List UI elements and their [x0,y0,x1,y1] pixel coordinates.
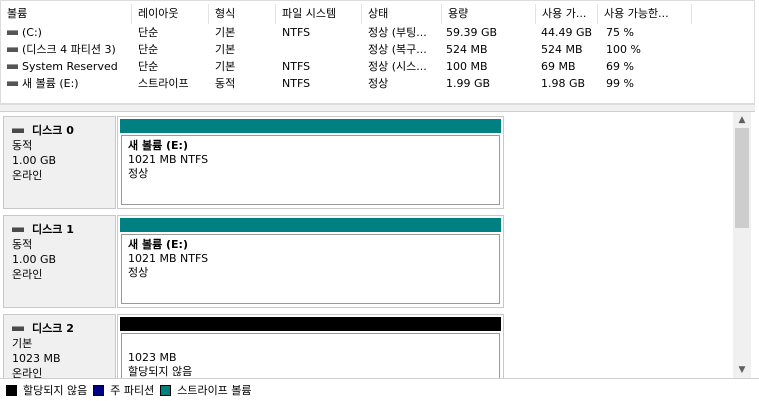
disk-state: 온라인 [12,367,43,378]
volume-type: 기본 [215,26,236,39]
volume-row[interactable]: (C:) 단순 기본 NTFS 정상 (부팅... 59.39 GB 44.49… [1,24,754,41]
disk-icon [12,326,24,331]
disk-state: 온라인 [12,169,43,182]
volume-capacity: 524 MB [446,43,488,56]
volume-status: 정상 (부팅... [368,26,427,39]
column-header-status[interactable]: 상태 [362,4,442,24]
volume-type: 기본 [215,43,236,56]
partition-status: 할당되지 않음 [128,365,193,378]
volume-layout: 단순 [138,60,159,73]
disk-name: 디스크 1 [32,223,74,236]
disk-name: 디스크 0 [32,124,74,137]
volume-type: 동적 [215,77,236,90]
column-header-layout[interactable]: 레이아웃 [132,4,209,24]
volume-capacity: 100 MB [446,60,488,73]
volume-status: 정상 (복구... [368,43,427,56]
legend-label: 할당되지 않음 [23,384,88,397]
volume-icon [7,46,18,52]
legend-label: 스트라이프 볼륨 [177,384,252,397]
partition-block[interactable]: 1023 MB 할당되지 않음 [117,314,504,378]
legend-item-striped-volume: 스트라이프 볼륨 [160,382,252,398]
volume-capacity: 1.99 GB [446,77,491,90]
legend-label: 주 파티션 [110,384,155,397]
volume-free-percent: 75 % [606,26,634,39]
disk-info-panel[interactable]: 디스크 1 동적 1.00 GB 온라인 [3,215,116,308]
scroll-thumb[interactable] [735,128,749,228]
volume-name: (C:) [22,26,42,39]
volume-layout: 단순 [138,43,159,56]
partition-title: 새 볼륨 (E:) [128,139,188,152]
volume-icon [7,29,18,35]
disk-info-panel[interactable]: 디스크 2 기본 1023 MB 온라인 [3,314,116,378]
disk-state: 온라인 [12,268,43,281]
volume-name: System Reserved [22,60,118,73]
disk-icon [12,128,24,133]
partition-size: 1023 MB [128,351,177,364]
legend-bar: 할당되지 않음 주 파티션 스트라이프 볼륨 [0,378,759,401]
volume-free-space: 44.49 GB [541,26,593,39]
partition-status: 정상 [128,167,149,180]
disk-size: 1.00 GB [12,154,57,167]
volume-free-space: 524 MB [541,43,583,56]
volume-name: (디스크 4 파티션 3) [22,43,116,56]
volume-row[interactable]: (디스크 4 파티션 3) 단순 기본 정상 (복구... 524 MB 524… [1,41,754,58]
volume-free-percent: 99 % [606,77,634,90]
legend-item-primary-partition: 주 파티션 [93,382,154,398]
vertical-scrollbar[interactable]: ▲ ▼ [733,112,751,378]
volume-filesystem: NTFS [282,60,311,73]
column-header-volume[interactable]: 볼륨 [1,4,132,24]
volume-free-space: 69 MB [541,60,576,73]
partition-title: 새 볼륨 (E:) [128,238,188,251]
volume-free-percent: 100 % [606,43,641,56]
scroll-up-icon[interactable]: ▲ [733,113,751,127]
column-header-capacity[interactable]: 용량 [442,4,536,24]
column-header-type[interactable]: 형식 [209,4,276,24]
disk-type: 기본 [12,337,33,350]
disk-name: 디스크 2 [32,322,74,335]
legend-swatch [6,384,17,396]
partition-block[interactable]: 새 볼륨 (E:) 1021 MB NTFS 정상 [117,116,504,209]
volume-free-space: 1.98 GB [541,77,586,90]
volume-layout: 스트라이프 [138,77,189,90]
volume-free-percent: 69 % [606,60,634,73]
pane-splitter[interactable] [0,104,755,112]
volume-row[interactable]: 새 볼륨 (E:) 스트라이프 동적 NTFS 정상 1.99 GB 1.98 … [1,75,754,92]
volume-type: 기본 [215,60,236,73]
column-header-free-space[interactable]: 사용 가... [536,4,598,24]
volume-status: 정상 [368,77,389,90]
volume-filesystem: NTFS [282,26,311,39]
partition-color-bar [120,317,501,331]
legend-swatch [93,384,105,396]
volume-list[interactable]: 볼륨 레이아웃 형식 파일 시스템 상태 용량 사용 가... 사용 가능한..… [0,0,755,104]
volume-capacity: 59.39 GB [446,26,498,39]
volume-name: 새 볼륨 (E:) [22,77,79,90]
disk-size: 1.00 GB [12,253,57,266]
scroll-down-icon[interactable]: ▼ [733,363,751,377]
disk-type: 동적 [12,238,33,251]
volume-status: 정상 (시스... [368,60,427,73]
volume-layout: 단순 [138,26,159,39]
partition-color-bar [120,119,501,133]
disk-icon [12,227,24,232]
partition-size: 1021 MB NTFS [128,252,209,265]
disk-graphical-view: 디스크 0 동적 1.00 GB 온라인 새 볼륨 (E:) 1021 MB N… [0,112,733,378]
partition-size: 1021 MB NTFS [128,153,209,166]
column-header-filesystem[interactable]: 파일 시스템 [276,4,362,24]
volume-icon [7,63,18,69]
disk-size: 1023 MB [12,352,61,365]
volume-filesystem: NTFS [282,77,311,90]
legend-swatch [160,384,172,396]
legend-item-unallocated: 할당되지 않음 [6,382,87,398]
disk-type: 동적 [12,139,33,152]
volume-row[interactable]: System Reserved 단순 기본 NTFS 정상 (시스... 100… [1,58,754,75]
partition-block[interactable]: 새 볼륨 (E:) 1021 MB NTFS 정상 [117,215,504,308]
partition-color-bar [120,218,501,232]
disk-info-panel[interactable]: 디스크 0 동적 1.00 GB 온라인 [3,116,116,209]
partition-status: 정상 [128,266,149,279]
volume-list-header: 볼륨 레이아웃 형식 파일 시스템 상태 용량 사용 가... 사용 가능한..… [1,4,754,24]
column-header-free-percent[interactable]: 사용 가능한... [598,4,692,24]
volume-icon [7,80,18,86]
